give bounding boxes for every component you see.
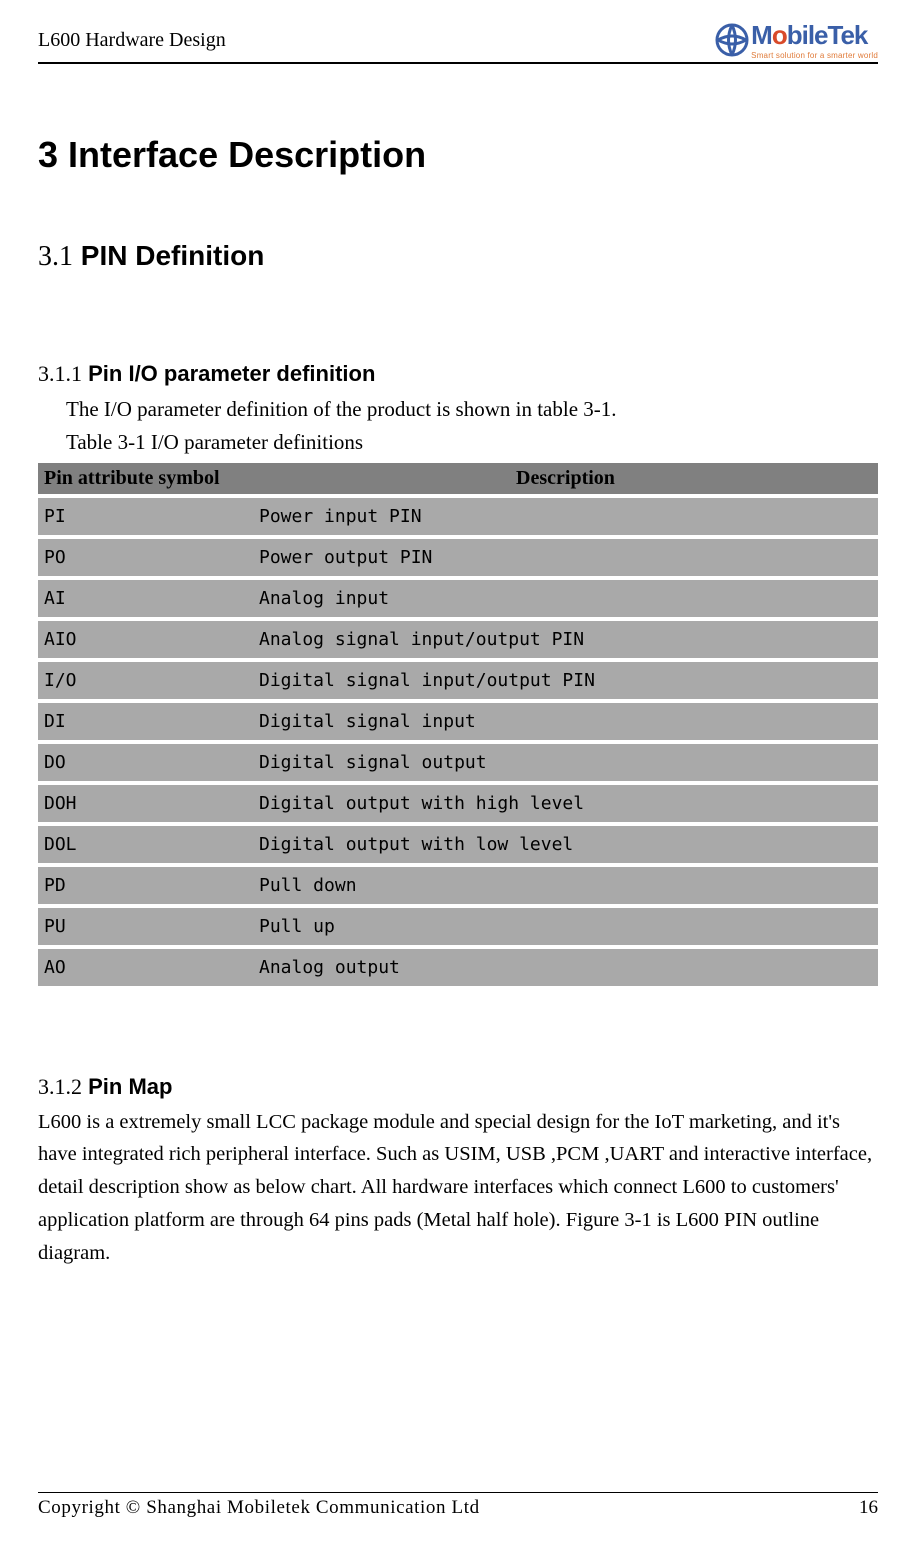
cell-symbol: PU — [38, 908, 253, 945]
paragraph: L600 is a extremely small LCC package mo… — [38, 1106, 878, 1270]
table-row: I/ODigital signal input/output PIN — [38, 662, 878, 699]
logo-subtitle: Smart solution for a smarter world — [751, 51, 878, 60]
cell-symbol: PO — [38, 539, 253, 576]
page-number: 16 — [859, 1497, 878, 1519]
page-header: L600 Hardware Design MobileTek Smart sol… — [38, 20, 878, 64]
table-header-row: Pin attribute symbol Description — [38, 463, 878, 494]
table-row: AIOAnalog signal input/output PIN — [38, 621, 878, 658]
section-heading: 3.1 PIN Definition — [38, 240, 878, 273]
subsection-number: 3.1.2 — [38, 1074, 82, 1099]
table-caption-text: I/O parameter definitions — [146, 430, 364, 454]
table-row: PUPull up — [38, 908, 878, 945]
table-row: DODigital signal output — [38, 744, 878, 781]
section-number: 3.1 — [38, 241, 73, 272]
cell-symbol: AO — [38, 949, 253, 986]
logo-text: MobileTek — [751, 20, 878, 51]
table-row: DOLDigital output with low level — [38, 826, 878, 863]
cell-symbol: I/O — [38, 662, 253, 699]
column-header-description: Description — [253, 463, 878, 494]
table-row: PIPower input PIN — [38, 498, 878, 535]
company-logo: MobileTek Smart solution for a smarter w… — [715, 20, 878, 60]
table-row: PDPull down — [38, 867, 878, 904]
cell-symbol: DI — [38, 703, 253, 740]
cell-description: Digital signal input — [253, 703, 878, 740]
cell-description: Digital output with high level — [253, 785, 878, 822]
table-row: AOAnalog output — [38, 949, 878, 986]
cell-description: Analog signal input/output PIN — [253, 621, 878, 658]
cell-description: Power input PIN — [253, 498, 878, 535]
io-parameter-table: Pin attribute symbol Description PIPower… — [38, 459, 878, 990]
doc-title: L600 Hardware Design — [38, 29, 226, 52]
paragraph: The I/O parameter definition of the prod… — [66, 393, 878, 426]
table-row: AIAnalog input — [38, 580, 878, 617]
cell-description: Digital signal input/output PIN — [253, 662, 878, 699]
cell-description: Digital output with low level — [253, 826, 878, 863]
section-title: PIN Definition — [81, 240, 265, 271]
cell-symbol: DOH — [38, 785, 253, 822]
subsection-title: Pin I/O parameter definition — [88, 361, 375, 386]
table-row: POPower output PIN — [38, 539, 878, 576]
column-header-symbol: Pin attribute symbol — [38, 463, 253, 494]
cell-description: Pull up — [253, 908, 878, 945]
subsection-title: Pin Map — [88, 1074, 172, 1099]
subsection-heading: 3.1.2 Pin Map — [38, 1074, 878, 1100]
table-caption: Table 3-1 I/O parameter definitions — [66, 430, 878, 455]
table-caption-label: Table 3-1 — [66, 430, 146, 454]
subsection-heading: 3.1.1 Pin I/O parameter definition — [38, 361, 878, 387]
cell-description: Power output PIN — [253, 539, 878, 576]
cell-symbol: PD — [38, 867, 253, 904]
subsection-number: 3.1.1 — [38, 361, 82, 386]
table-row: DIDigital signal input — [38, 703, 878, 740]
chapter-heading: 3 Interface Description — [38, 134, 878, 176]
cell-symbol: AIO — [38, 621, 253, 658]
cell-description: Pull down — [253, 867, 878, 904]
cell-symbol: DOL — [38, 826, 253, 863]
cell-description: Digital signal output — [253, 744, 878, 781]
copyright-text: Copyright © Shanghai Mobiletek Communica… — [38, 1497, 480, 1519]
cell-description: Analog output — [253, 949, 878, 986]
table-row: DOHDigital output with high level — [38, 785, 878, 822]
cell-symbol: DO — [38, 744, 253, 781]
cell-description: Analog input — [253, 580, 878, 617]
cell-symbol: PI — [38, 498, 253, 535]
cell-symbol: AI — [38, 580, 253, 617]
page-footer: Copyright © Shanghai Mobiletek Communica… — [38, 1492, 878, 1519]
logo-globe-icon — [715, 23, 749, 57]
